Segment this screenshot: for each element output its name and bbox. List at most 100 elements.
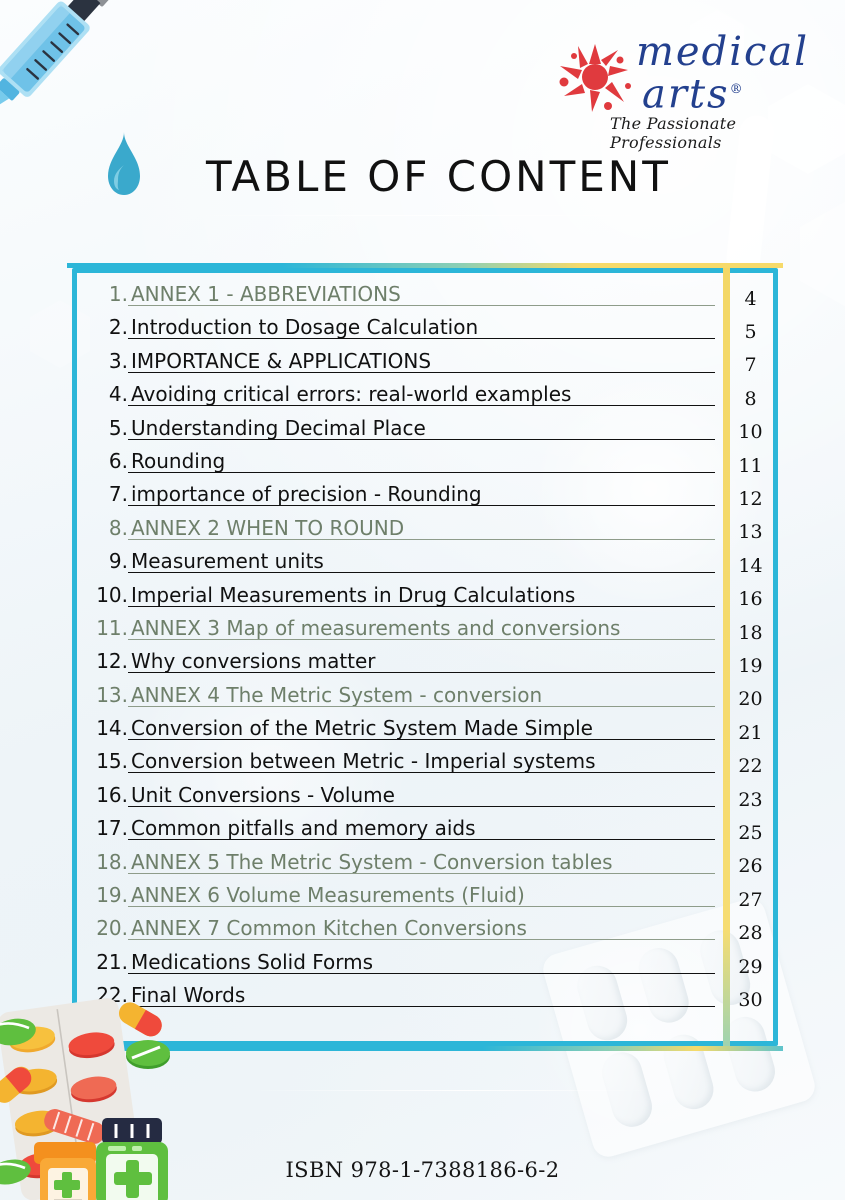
toc-entry[interactable]: 2. Introduction to Dosage Calculation bbox=[72, 315, 723, 348]
toc-entry[interactable]: 3. IMPORTANCE & APPLICATIONS bbox=[72, 349, 723, 382]
toc-leader-line bbox=[128, 538, 715, 540]
toc-entry-number: 1. bbox=[108, 282, 128, 306]
toc-entry-label: Understanding Decimal Place bbox=[131, 415, 426, 440]
toc-entry-label: ANNEX 6 Volume Measurements (Fluid) bbox=[131, 883, 525, 908]
toc-leader-line bbox=[128, 939, 715, 941]
toc-entry-number: 4. bbox=[108, 382, 128, 407]
toc-entry-number: 17. bbox=[96, 816, 128, 841]
toc-page-number[interactable]: 8 bbox=[723, 382, 778, 415]
toc-page-number[interactable]: 19 bbox=[723, 649, 778, 682]
syringe-icon bbox=[0, 0, 218, 230]
toc-entry[interactable]: 15. Conversion between Metric - Imperial … bbox=[72, 749, 723, 782]
toc-entry[interactable]: 16. Unit Conversions - Volume bbox=[72, 783, 723, 816]
toc-page-number[interactable]: 12 bbox=[723, 482, 778, 515]
decor-line bbox=[180, 215, 700, 216]
toc-leader-line bbox=[128, 338, 715, 340]
toc-entry[interactable]: 10. Imperial Measurements in Drug Calcula… bbox=[72, 583, 723, 616]
toc-page-number-list: 4 5 7 8 10 11 12 13 14 16 18 19 20 21 22 23 25 26 27 28 29 30 bbox=[723, 268, 778, 1046]
toc-entry-number: 15. bbox=[96, 749, 128, 774]
toc-leader-line bbox=[128, 805, 715, 807]
toc-entry[interactable]: 11. ANNEX 3 Map of measurements and conve… bbox=[72, 616, 723, 649]
toc-leader-line bbox=[128, 739, 715, 741]
toc-entry[interactable]: 4. Avoiding critical errors: real-world e… bbox=[72, 382, 723, 415]
toc-page-number[interactable]: 14 bbox=[723, 549, 778, 582]
toc-page-number[interactable]: 27 bbox=[723, 883, 778, 916]
toc-entry-label: IMPORTANCE & APPLICATIONS bbox=[131, 348, 432, 373]
toc-entry[interactable]: 17. Common pitfalls and memory aids bbox=[72, 816, 723, 849]
toc-leader-line bbox=[128, 638, 715, 640]
toc-leader-line bbox=[128, 872, 715, 874]
toc-entry-label: Medications Solid Forms bbox=[131, 949, 374, 974]
toc-entry-label: Unit Conversions - Volume bbox=[131, 782, 395, 807]
logo-line-2: arts bbox=[642, 71, 730, 118]
toc-page-number[interactable]: 23 bbox=[723, 783, 778, 816]
toc-leader-line bbox=[128, 471, 715, 473]
toc-entry-label: Measurement units bbox=[131, 549, 324, 574]
toc-entry-number: 21. bbox=[96, 949, 128, 974]
toc-entry[interactable]: 18. ANNEX 5 The Metric System - Conversio… bbox=[72, 850, 723, 883]
toc-entry-number: 10. bbox=[96, 582, 128, 607]
toc-leader-line bbox=[128, 405, 715, 407]
toc-entry-label: ANNEX 7 Common Kitchen Conversions bbox=[131, 916, 527, 941]
toc-leader-line bbox=[128, 305, 715, 306]
toc-page-number[interactable]: 22 bbox=[723, 749, 778, 782]
toc-entry-number: 11. bbox=[96, 615, 128, 640]
toc-page-number[interactable]: 21 bbox=[723, 716, 778, 749]
toc-leader-line bbox=[128, 371, 715, 373]
toc-page-number[interactable]: 29 bbox=[723, 950, 778, 983]
toc-entry-list: 1. ANNEX 1 - ABBREVIATIONS 2. Introduction … bbox=[72, 268, 723, 1046]
toc-entry-number: 19. bbox=[96, 883, 128, 908]
toc-page-number[interactable]: 7 bbox=[723, 349, 778, 382]
toc-page-number[interactable]: 20 bbox=[723, 683, 778, 716]
toc-entry-number: 9. bbox=[108, 549, 128, 574]
toc-entry[interactable]: 19. ANNEX 6 Volume Measurements (Fluid) bbox=[72, 883, 723, 916]
splat-icon bbox=[558, 40, 632, 114]
logo-line-1: medical bbox=[636, 29, 810, 75]
toc-entry-number: 16. bbox=[96, 782, 128, 807]
toc-entry[interactable]: 6. Rounding bbox=[72, 449, 723, 482]
toc-entry[interactable]: 8. ANNEX 2 WHEN TO ROUND bbox=[72, 516, 723, 549]
toc-entry-number: 6. bbox=[108, 448, 128, 473]
toc-entry-number: 7. bbox=[108, 482, 128, 507]
toc-entry-number: 3. bbox=[108, 348, 128, 373]
toc-entry[interactable]: 7. importance of precision - Rounding bbox=[72, 482, 723, 515]
toc-page: medical arts® The Passionate Professiona… bbox=[0, 0, 845, 1200]
toc-entry[interactable]: 5. Understanding Decimal Place bbox=[72, 416, 723, 449]
page-title: TABLE OF CONTENT bbox=[206, 152, 671, 201]
toc-entry-label: Conversion of the Metric System Made Sim… bbox=[131, 716, 593, 741]
toc-entry-label: Introduction to Dosage Calculation bbox=[131, 315, 479, 340]
toc-entry-label: Common pitfalls and memory aids bbox=[131, 816, 476, 841]
toc-entry[interactable]: 1. ANNEX 1 - ABBREVIATIONS bbox=[72, 282, 723, 315]
logo-wordmark: medical arts® bbox=[636, 32, 809, 114]
toc-entry-label: Imperial Measurements in Drug Calculatio… bbox=[131, 582, 576, 607]
toc-page-number[interactable]: 28 bbox=[723, 916, 778, 949]
toc-page-number[interactable]: 18 bbox=[723, 616, 778, 649]
toc-entry[interactable]: 20. ANNEX 7 Common Kitchen Conversions bbox=[72, 916, 723, 949]
toc-entry[interactable]: 21. Medications Solid Forms bbox=[72, 950, 723, 983]
toc-leader-line bbox=[128, 839, 715, 841]
toc-leader-line bbox=[128, 438, 715, 440]
toc-entry-number: 8. bbox=[108, 515, 128, 540]
toc-page-number[interactable]: 10 bbox=[723, 416, 778, 449]
toc-page-number[interactable]: 25 bbox=[723, 816, 778, 849]
toc-entry-number: 13. bbox=[96, 682, 128, 707]
toc-entry[interactable]: 12. Why conversions matter bbox=[72, 649, 723, 682]
toc-entry-label: Conversion between Metric - Imperial sys… bbox=[131, 749, 596, 774]
toc-leader-line bbox=[128, 972, 715, 974]
toc-page-number[interactable]: 11 bbox=[723, 449, 778, 482]
toc-page-number[interactable]: 13 bbox=[723, 516, 778, 549]
toc-entry-number: 12. bbox=[96, 649, 128, 674]
toc-page-number[interactable]: 16 bbox=[723, 583, 778, 616]
toc-entry[interactable]: 9. Measurement units bbox=[72, 549, 723, 582]
toc-page-number[interactable]: 4 bbox=[723, 282, 778, 315]
toc-entry-number: 5. bbox=[108, 415, 128, 440]
toc-page-number[interactable]: 26 bbox=[723, 850, 778, 883]
toc-entry[interactable]: 13. ANNEX 4 The Metric System - conversio… bbox=[72, 683, 723, 716]
toc-page-number[interactable]: 5 bbox=[723, 315, 778, 348]
toc-entry-label: ANNEX 4 The Metric System - conversion bbox=[131, 682, 543, 707]
brand-logo: medical arts® The Passionate Professiona… bbox=[548, 22, 828, 152]
toc-entry[interactable]: 14. Conversion of the Metric System Made … bbox=[72, 716, 723, 749]
toc-page-number[interactable]: 30 bbox=[723, 983, 778, 1016]
toc-entry-label: Rounding bbox=[131, 448, 226, 473]
toc-entry-number: 14. bbox=[96, 716, 128, 741]
